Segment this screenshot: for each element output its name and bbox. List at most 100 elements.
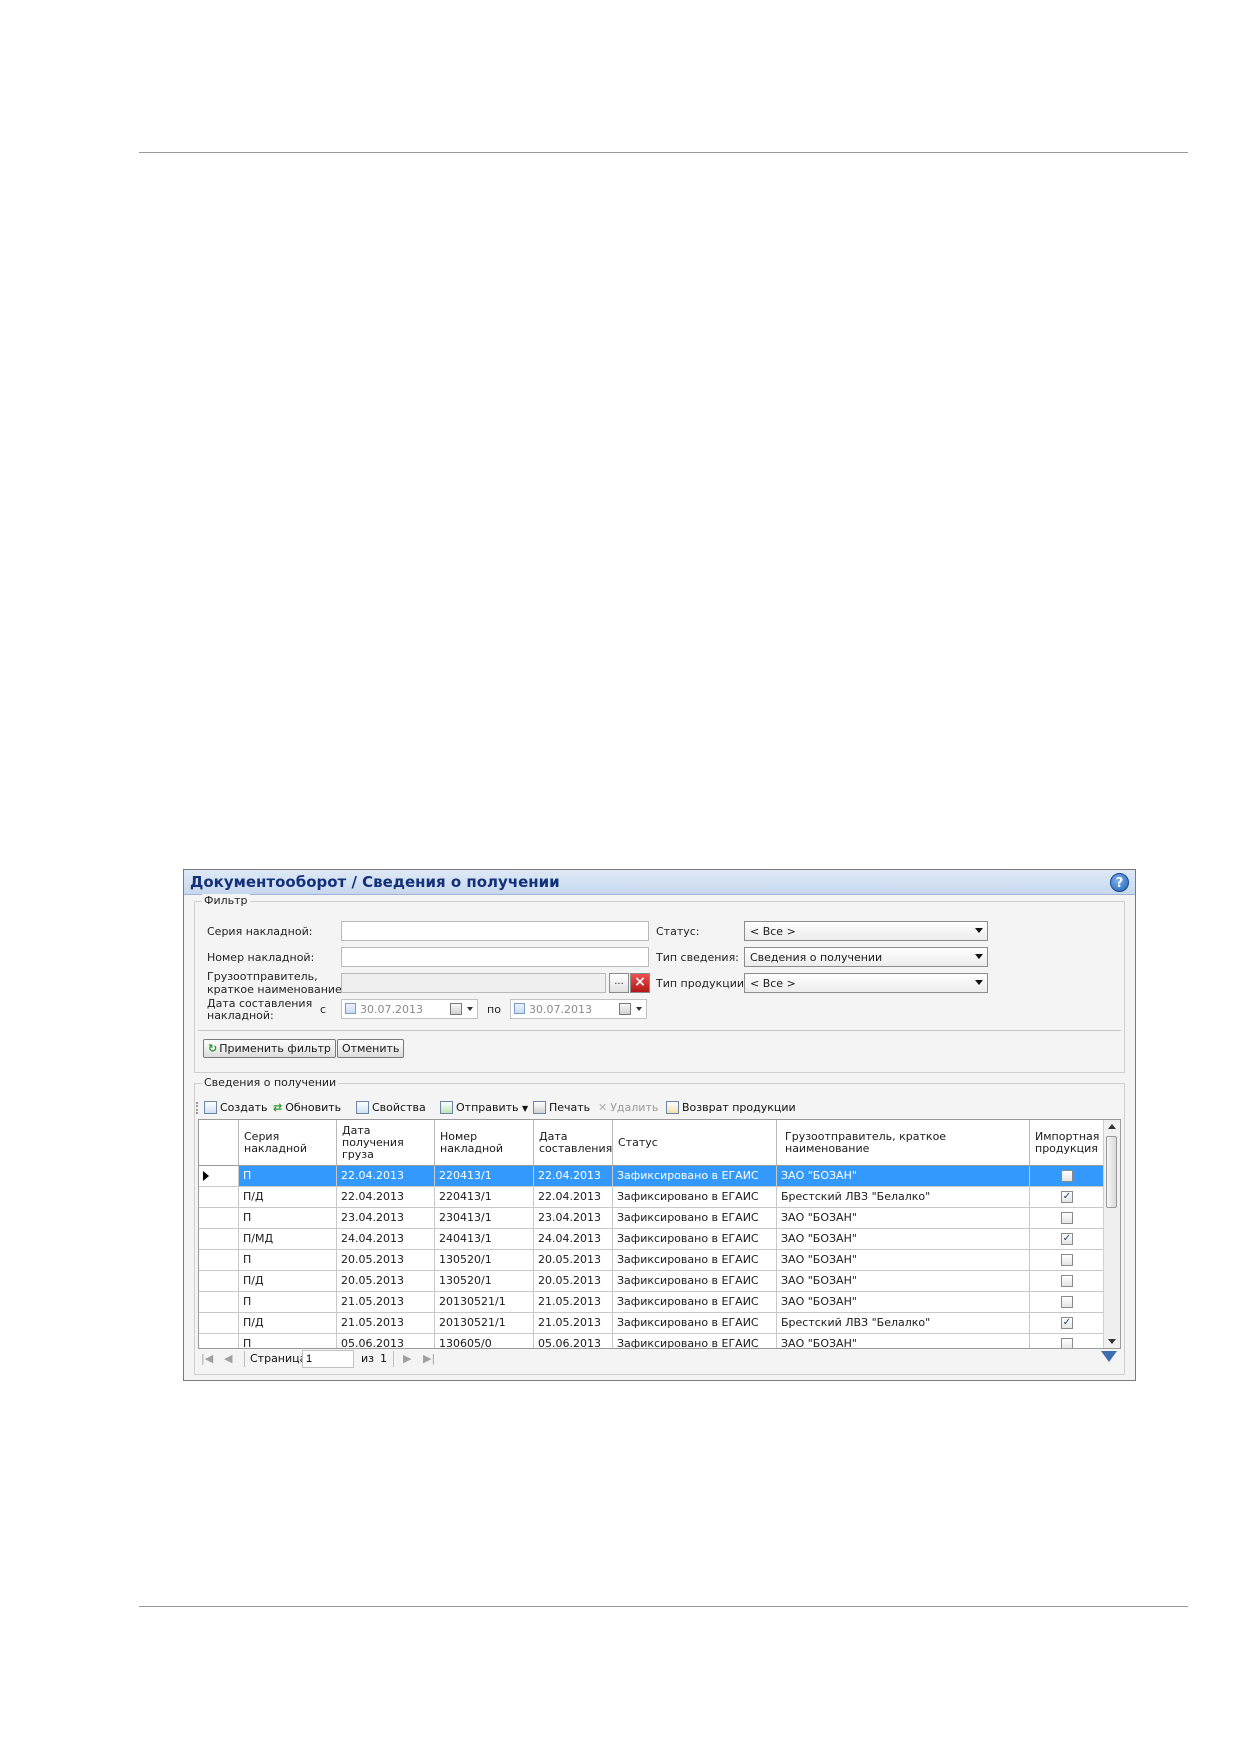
row-selector[interactable] bbox=[199, 1292, 239, 1312]
date-to-label: по bbox=[487, 1003, 501, 1016]
last-page-icon[interactable]: ▶| bbox=[423, 1352, 435, 1365]
date-from-picker[interactable]: 30.07.2013 bbox=[341, 999, 478, 1019]
cell-received: 20.05.2013 bbox=[337, 1271, 435, 1291]
cell-received: 05.06.2013 bbox=[337, 1334, 435, 1348]
table-row[interactable]: П 21.05.2013 20130521/1 21.05.2013 Зафиксиро… bbox=[199, 1292, 1104, 1313]
chevron-down-icon[interactable] bbox=[636, 1007, 642, 1011]
cell-series: П/Д bbox=[239, 1187, 337, 1207]
first-page-icon[interactable]: |◀ bbox=[201, 1352, 213, 1365]
delete-label: Удалить bbox=[610, 1101, 659, 1114]
send-button[interactable]: Отправить ▼ bbox=[440, 1099, 528, 1117]
imported-checkbox[interactable] bbox=[1061, 1338, 1073, 1348]
column-header-number[interactable]: Номер накладной bbox=[435, 1120, 534, 1165]
return-products-button[interactable]: Возврат продукции bbox=[666, 1099, 796, 1117]
delete-button[interactable]: ✕ Удалить bbox=[598, 1099, 658, 1117]
of-label: из bbox=[361, 1352, 374, 1365]
row-selector[interactable] bbox=[199, 1334, 239, 1348]
print-button[interactable]: Печать bbox=[533, 1099, 590, 1117]
table-row[interactable]: П/Д 20.05.2013 130520/1 20.05.2013 Зафиксиро… bbox=[199, 1271, 1104, 1292]
column-header-shipper[interactable]: Грузоотправитель, краткое наименование bbox=[777, 1120, 1030, 1165]
table-row[interactable]: П 22.04.2013 220413/1 22.04.2013 Зафиксирова… bbox=[199, 1166, 1104, 1187]
cell-number: 130520/1 bbox=[435, 1271, 534, 1291]
row-selector[interactable] bbox=[199, 1250, 239, 1270]
cell-received: 21.05.2013 bbox=[337, 1313, 435, 1333]
product-type-select[interactable]: < Все > bbox=[744, 973, 988, 993]
series-input[interactable] bbox=[341, 921, 649, 941]
table-row[interactable]: П/Д 21.05.2013 20130521/1 21.05.2013 Зафикси… bbox=[199, 1313, 1104, 1334]
chevron-down-icon[interactable] bbox=[467, 1007, 473, 1011]
cell-created: 20.05.2013 bbox=[534, 1250, 613, 1270]
scroll-thumb[interactable] bbox=[1106, 1136, 1117, 1208]
calendar-icon[interactable] bbox=[619, 1003, 631, 1015]
imported-checkbox[interactable]: ✓ bbox=[1061, 1317, 1073, 1329]
row-selector[interactable] bbox=[199, 1229, 239, 1249]
cell-created: 05.06.2013 bbox=[534, 1334, 613, 1348]
return-icon bbox=[666, 1101, 679, 1114]
cell-shipper: ЗАО "БОЗАН" bbox=[777, 1334, 1030, 1348]
row-selector-header bbox=[199, 1120, 239, 1165]
column-header-received-date[interactable]: Дата получения груза bbox=[337, 1120, 435, 1165]
page-title: Документооборот / Сведения о получении bbox=[190, 873, 560, 891]
row-selector[interactable] bbox=[199, 1166, 239, 1186]
column-header-imported[interactable]: Импортная продукция bbox=[1030, 1120, 1104, 1165]
imported-checkbox[interactable] bbox=[1061, 1296, 1073, 1308]
browse-shipper-button[interactable]: ... bbox=[609, 973, 629, 993]
dropdown-arrow-icon[interactable]: ▼ bbox=[522, 1104, 528, 1113]
column-header-created-date[interactable]: Дата составления bbox=[534, 1120, 613, 1165]
cell-number: 20130521/1 bbox=[435, 1313, 534, 1333]
cell-status: Зафиксировано в ЕГАИС bbox=[613, 1250, 777, 1270]
row-selector[interactable] bbox=[199, 1187, 239, 1207]
refresh-button[interactable]: ⇄ Обновить bbox=[273, 1099, 341, 1117]
date-to-checkbox[interactable] bbox=[514, 1003, 525, 1014]
page-input[interactable] bbox=[302, 1350, 354, 1368]
cell-imported bbox=[1030, 1271, 1104, 1291]
table-row[interactable]: П/Д 22.04.2013 220413/1 22.04.2013 Зафиксиро… bbox=[199, 1187, 1104, 1208]
table-row[interactable]: П 20.05.2013 130520/1 20.05.2013 Зафиксирова… bbox=[199, 1250, 1104, 1271]
cell-series: П bbox=[239, 1292, 337, 1312]
cell-status: Зафиксировано в ЕГАИС bbox=[613, 1229, 777, 1249]
calendar-icon[interactable] bbox=[450, 1003, 462, 1015]
table-row[interactable]: П/МД 24.04.2013 240413/1 24.04.2013 Зафиксир… bbox=[199, 1229, 1104, 1250]
info-type-select-value: Сведения о получении bbox=[750, 951, 883, 964]
row-selector[interactable] bbox=[199, 1271, 239, 1291]
imported-checkbox[interactable]: ✓ bbox=[1061, 1191, 1073, 1203]
properties-label: Свойства bbox=[372, 1101, 426, 1114]
date-to-picker[interactable]: 30.07.2013 bbox=[510, 999, 647, 1019]
table-row[interactable]: П 05.06.2013 130605/0 05.06.2013 Зафиксирова… bbox=[199, 1334, 1104, 1348]
prev-page-icon[interactable]: ◀ bbox=[224, 1352, 232, 1365]
date-from-checkbox[interactable] bbox=[345, 1003, 356, 1014]
page-footer-rule bbox=[139, 1606, 1188, 1607]
create-button[interactable]: Создать bbox=[204, 1099, 268, 1117]
send-label: Отправить bbox=[456, 1101, 519, 1114]
apply-filter-button[interactable]: ↻ Применить фильтр bbox=[203, 1039, 336, 1058]
imported-checkbox[interactable]: ✓ bbox=[1061, 1233, 1073, 1245]
properties-button[interactable]: Свойства bbox=[356, 1099, 426, 1117]
status-select[interactable]: < Все > bbox=[744, 921, 988, 941]
filter-group-label: Фильтр bbox=[202, 894, 250, 907]
table-row[interactable]: П 23.04.2013 230413/1 23.04.2013 Зафиксирова… bbox=[199, 1208, 1104, 1229]
cell-status: Зафиксировано в ЕГАИС bbox=[613, 1187, 777, 1207]
number-input[interactable] bbox=[341, 947, 649, 967]
row-selector[interactable] bbox=[199, 1208, 239, 1228]
cell-imported bbox=[1030, 1208, 1104, 1228]
column-header-status[interactable]: Статус bbox=[613, 1120, 777, 1165]
filter-icon[interactable] bbox=[1101, 1351, 1117, 1362]
clear-shipper-icon[interactable]: × bbox=[630, 973, 650, 993]
scroll-up-icon[interactable] bbox=[1108, 1124, 1116, 1129]
scroll-down-icon[interactable] bbox=[1108, 1339, 1116, 1344]
records-group-label: Сведения о получении bbox=[202, 1076, 339, 1089]
info-type-select[interactable]: Сведения о получении bbox=[744, 947, 988, 967]
imported-checkbox[interactable] bbox=[1061, 1254, 1073, 1266]
cancel-filter-button[interactable]: Отменить bbox=[337, 1039, 405, 1058]
imported-checkbox[interactable] bbox=[1061, 1275, 1073, 1287]
app-window: Документооборот / Сведения о получении ?… bbox=[183, 869, 1136, 1381]
cell-received: 22.04.2013 bbox=[337, 1166, 435, 1186]
column-header-series[interactable]: Серия накладной bbox=[239, 1120, 337, 1165]
vertical-scrollbar[interactable] bbox=[1103, 1120, 1120, 1348]
next-page-icon[interactable]: ▶ bbox=[403, 1352, 411, 1365]
row-selector[interactable] bbox=[199, 1313, 239, 1333]
cell-series: П/МД bbox=[239, 1229, 337, 1249]
imported-checkbox[interactable] bbox=[1061, 1170, 1073, 1182]
imported-checkbox[interactable] bbox=[1061, 1212, 1073, 1224]
help-icon[interactable]: ? bbox=[1110, 873, 1129, 892]
